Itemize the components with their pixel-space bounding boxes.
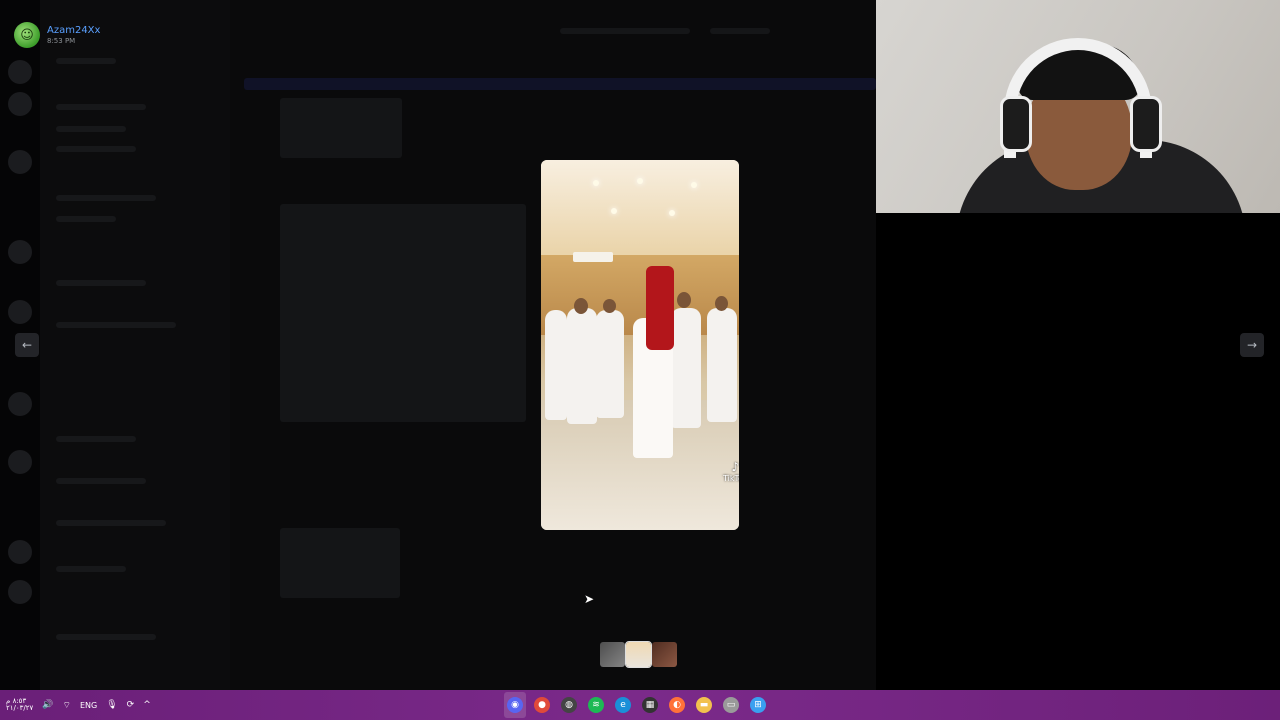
taskbar-app-spotify[interactable]: ≋ [585, 692, 607, 718]
taskbar-app-edge[interactable]: e [612, 692, 634, 718]
volume-icon[interactable]: 🔊 [42, 700, 53, 710]
taskbar-apps: ◉ ● ◍ ≋ e ▦ ◐ ▬ ▭ ⊞ [504, 692, 769, 718]
folder-icon: ▬ [696, 697, 712, 713]
taskbar-app-chrome[interactable]: ● [531, 692, 553, 718]
microphone-icon[interactable]: 🎙 [106, 700, 117, 710]
chat-topbar [230, 20, 876, 44]
obs-icon: ◍ [561, 697, 577, 713]
discord-icon: ◉ [507, 697, 523, 713]
system-tray: ٨:٥٣ م ٢١/٠٣/٢٧ 🔊 ⌔ ENG 🎙 ⟳ ^ [6, 690, 151, 720]
dimmed-discord-background [0, 0, 876, 690]
next-media-button[interactable]: → [1240, 333, 1264, 357]
mouse-cursor-icon: ➤ [584, 592, 595, 606]
video-player[interactable]: ♪ TikTok [541, 160, 739, 530]
clapper-icon: ▦ [642, 697, 658, 713]
thumbnail-2-selected[interactable] [625, 641, 652, 668]
media-thumbnail-strip [600, 641, 677, 668]
language-indicator[interactable]: ENG [80, 701, 97, 710]
sync-icon[interactable]: ⟳ [127, 700, 135, 710]
tiktok-label: TikTok [723, 474, 739, 483]
avatar[interactable]: ☺ [14, 22, 40, 48]
upload-timestamp: 8:53 PM [47, 36, 76, 45]
webcam-overlay [876, 0, 1280, 213]
chrome-icon: ● [534, 697, 550, 713]
taskbar-app-clapper[interactable]: ▦ [639, 692, 661, 718]
tiktok-icon: ♪ [731, 460, 739, 474]
taskbar-app-file-explorer[interactable]: ▬ [693, 692, 715, 718]
channel-list [40, 0, 230, 690]
thumbnail-1[interactable] [600, 642, 625, 667]
taskbar-clock[interactable]: ٨:٥٣ م ٢١/٠٣/٢٧ [6, 697, 34, 713]
media-viewer: ☺ Azam24Xx 8:53 PM ← → ♪ TikT ➤ [0, 0, 1280, 690]
previous-media-button[interactable]: ← [15, 333, 39, 357]
windows-start-icon: ⊞ [750, 697, 766, 713]
taskbar-start-button[interactable]: ⊞ [747, 692, 769, 718]
video-ceiling [541, 160, 739, 260]
taskbar-app-discord[interactable]: ◉ [504, 692, 526, 718]
taskbar-app-firefox[interactable]: ◐ [666, 692, 688, 718]
uploader-name[interactable]: Azam24Xx [47, 25, 100, 36]
firefox-icon: ◐ [669, 697, 685, 713]
video-ac-unit [573, 252, 613, 262]
arrow-right-icon: → [1246, 338, 1258, 352]
chevron-up-icon[interactable]: ^ [143, 700, 151, 710]
taskbar-app-window[interactable]: ▭ [720, 692, 742, 718]
window-icon: ▭ [723, 697, 739, 713]
edge-icon: e [615, 697, 631, 713]
clock-date: ٢١/٠٣/٢٧ [6, 704, 34, 712]
windows-taskbar: ٨:٥٣ م ٢١/٠٣/٢٧ 🔊 ⌔ ENG 🎙 ⟳ ^ ◉ ● ◍ ≋ e … [0, 690, 1280, 720]
taskbar-app-obs[interactable]: ◍ [558, 692, 580, 718]
uploader-info: ☺ Azam24Xx 8:53 PM [14, 22, 100, 48]
arrow-left-icon: ← [21, 338, 33, 352]
wifi-icon[interactable]: ⌔ [63, 700, 71, 711]
tiktok-watermark: ♪ TikTok [723, 460, 739, 483]
spotify-icon: ≋ [588, 697, 604, 713]
thumbnail-3[interactable] [652, 642, 677, 667]
